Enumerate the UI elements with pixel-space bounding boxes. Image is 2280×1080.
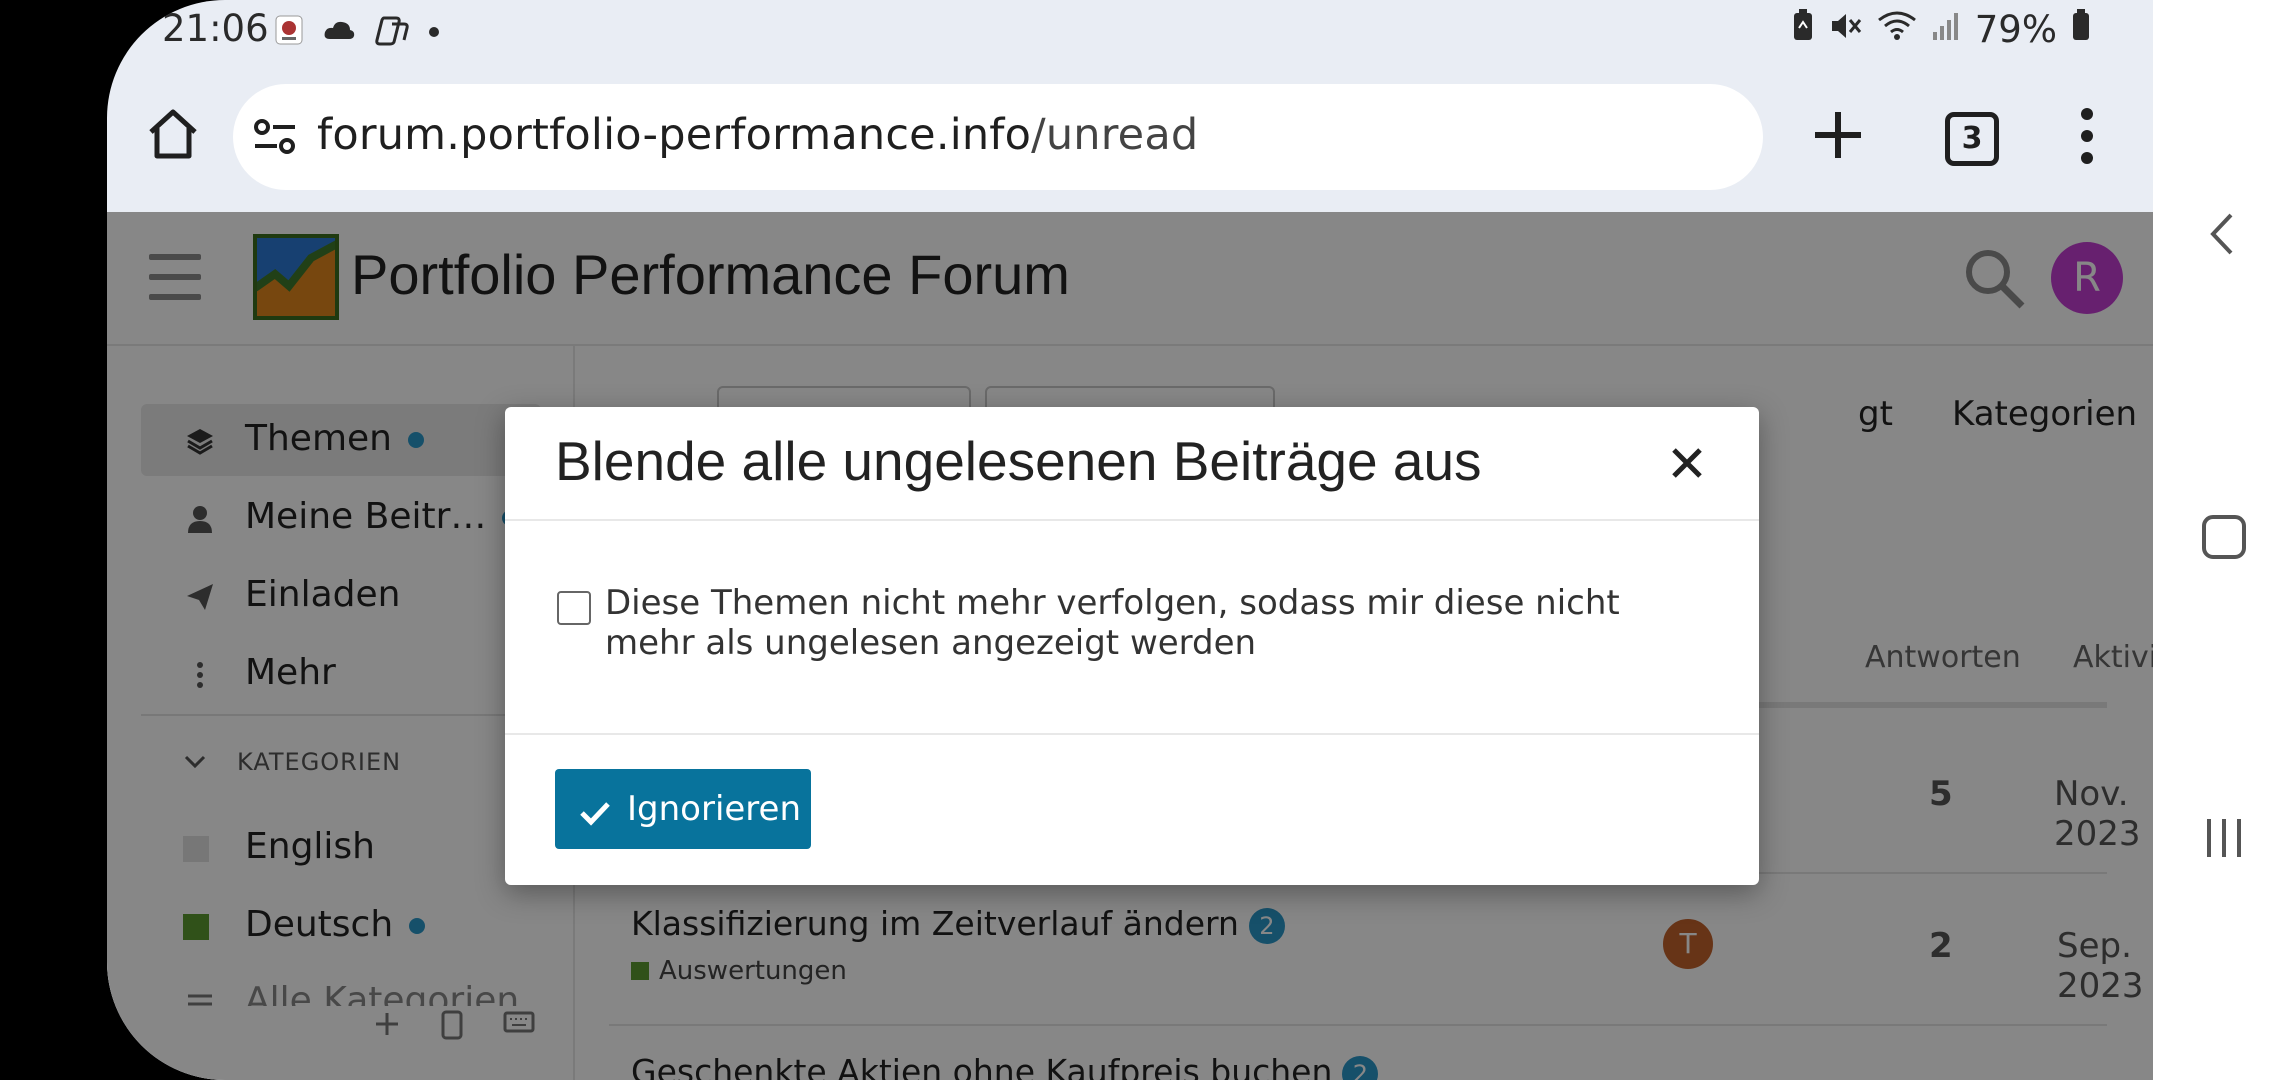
url-text: forum.portfolio-performance.info/unread (317, 110, 1198, 160)
browser-toolbar: forum.portfolio-performance.info/unread … (107, 84, 2153, 190)
address-bar[interactable]: forum.portfolio-performance.info/unread (233, 84, 1763, 190)
mute-icon (1829, 8, 1863, 51)
back-icon[interactable] (2209, 212, 2235, 260)
dialog-divider (505, 519, 1759, 521)
notification-app-icon (274, 14, 304, 50)
dialog-divider (505, 733, 1759, 735)
ignore-button-label: Ignorieren (627, 789, 802, 829)
checkmark-icon (579, 795, 611, 835)
checkbox-label[interactable]: Diese Themen nicht mehr verfolgen, sodas… (605, 583, 1715, 663)
copilot-icon (374, 14, 410, 50)
cloud-icon (322, 17, 356, 47)
url-path: /unread (1031, 110, 1199, 160)
home-nav-icon[interactable] (2201, 514, 2247, 564)
battery-icon (2071, 8, 2091, 51)
ignore-button[interactable]: Ignorieren (555, 769, 811, 849)
phone-screen: 21:06 79% forum.portfolio-performance.in… (107, 0, 2153, 1080)
browser-menu-icon[interactable] (2079, 106, 2095, 166)
dismiss-unread-dialog: Blende alle ungelesenen Beiträge aus Die… (505, 407, 1759, 885)
home-icon[interactable] (143, 104, 203, 164)
wifi-icon (1877, 8, 1917, 51)
status-time: 21:06 (162, 7, 269, 50)
dialog-title: Blende alle ungelesenen Beiträge aus (555, 430, 1482, 492)
system-navigation-bar (2153, 0, 2280, 1080)
tab-switcher-button[interactable]: 3 (1945, 112, 1999, 166)
signal-icon (1931, 8, 1961, 51)
dot-icon (428, 23, 440, 42)
battery-percent: 79% (1974, 8, 2057, 51)
close-icon[interactable] (1669, 445, 1705, 481)
status-bar: 21:06 79% (107, 0, 2153, 62)
battery-saver-icon (1791, 8, 1815, 51)
stop-tracking-checkbox[interactable] (557, 591, 591, 625)
recent-apps-icon[interactable] (2203, 816, 2245, 864)
new-tab-icon[interactable] (1809, 106, 1867, 164)
site-settings-icon[interactable] (253, 118, 297, 160)
url-host: forum.portfolio-performance.info (317, 110, 1032, 160)
